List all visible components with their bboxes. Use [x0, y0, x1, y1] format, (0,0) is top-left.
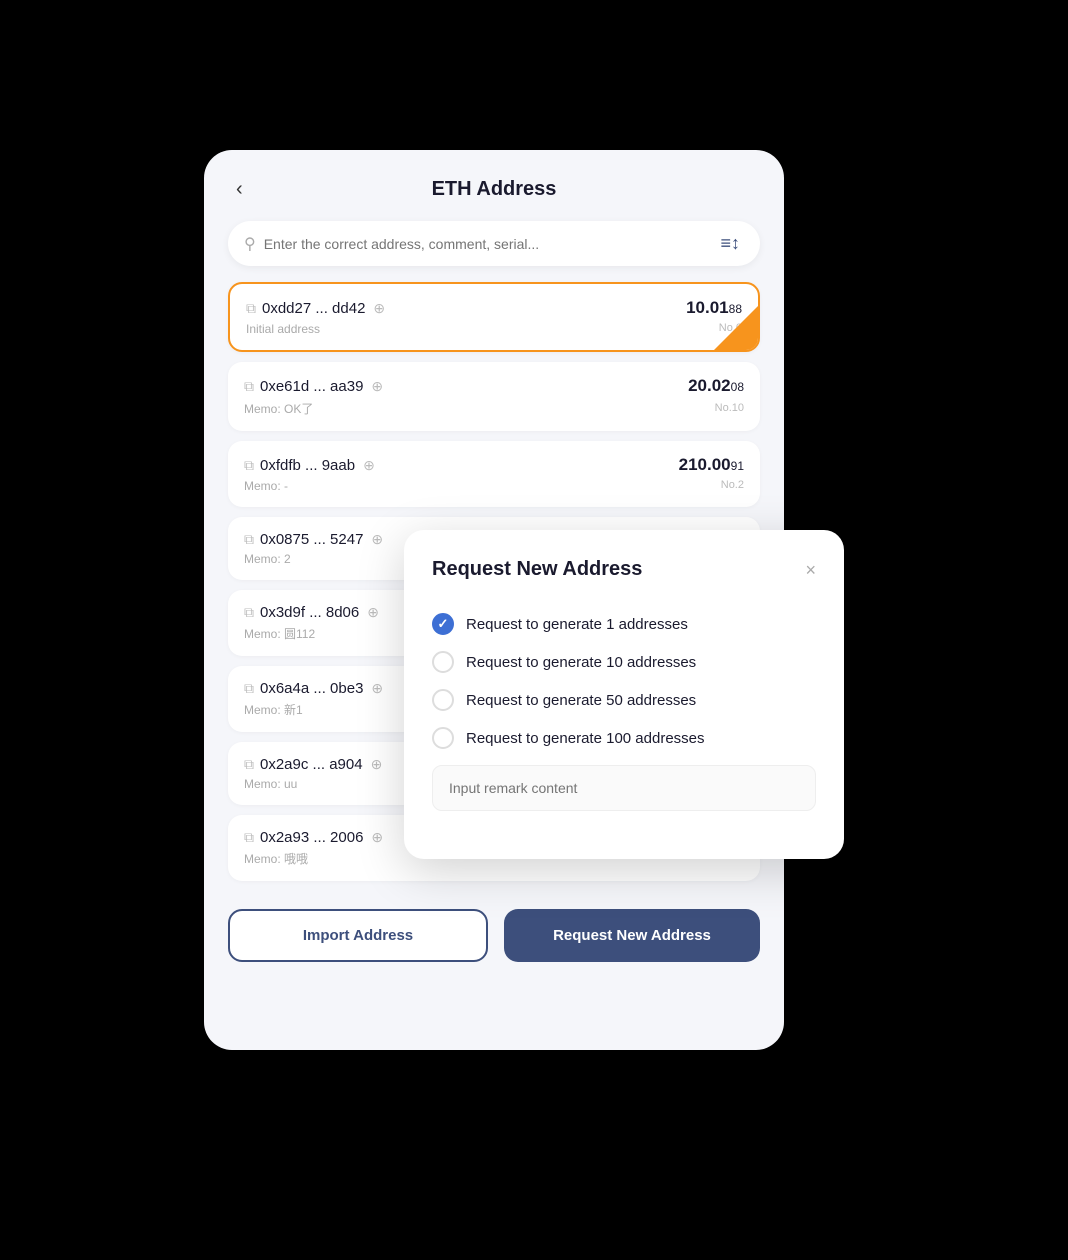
radio-option[interactable]: Request to generate 100 addresses	[432, 719, 816, 757]
search-bar: ⚲ ≡↕	[228, 221, 760, 266]
request-new-address-button[interactable]: Request New Address	[504, 909, 760, 962]
copy-icon[interactable]: ⧉	[244, 378, 254, 395]
no-badge: No.2	[721, 479, 744, 491]
bottom-buttons: Import Address Request New Address	[228, 909, 760, 962]
address-text: 0x6a4a ... 0be3	[260, 680, 363, 697]
address-text: 0xe61d ... aa39	[260, 378, 363, 395]
search-address-icon[interactable]: ⊕	[367, 604, 379, 621]
dialog-options: Request to generate 1 addresses Request …	[432, 605, 816, 757]
dialog-overlay: Request New Address × Request to generat…	[404, 530, 844, 859]
amount-sub: 91	[731, 459, 744, 473]
dialog-close-button[interactable]: ×	[805, 561, 816, 579]
app-container: ‹ ETH Address ⚲ ≡↕ ⧉ 0xdd27 ... dd42 ⊕ 1…	[204, 150, 864, 1110]
copy-icon[interactable]: ⧉	[244, 457, 254, 474]
search-address-icon[interactable]: ⊕	[371, 680, 383, 697]
page-title: ETH Address	[432, 178, 557, 201]
memo-text: Memo: OK了	[244, 400, 313, 417]
radio-option[interactable]: Request to generate 50 addresses	[432, 681, 816, 719]
memo-text: Memo: -	[244, 479, 288, 493]
header: ‹ ETH Address	[228, 178, 760, 201]
memo-text: Memo: uu	[244, 777, 297, 791]
memo-text: Memo: 2	[244, 552, 291, 566]
address-card[interactable]: ⧉ 0xdd27 ... dd42 ⊕ 10.0188 Initial addr…	[228, 282, 760, 352]
search-address-icon[interactable]: ⊕	[363, 457, 375, 474]
radio-option[interactable]: Request to generate 1 addresses	[432, 605, 816, 643]
amount-main: 210.00	[679, 455, 731, 474]
address-text: 0x2a9c ... a904	[260, 756, 363, 773]
no-badge: No.10	[715, 402, 744, 414]
radio-label: Request to generate 100 addresses	[466, 730, 705, 747]
back-button[interactable]: ‹	[228, 174, 251, 205]
address-text: 0xdd27 ... dd42	[262, 300, 365, 317]
request-new-address-dialog: Request New Address × Request to generat…	[404, 530, 844, 859]
radio-circle	[432, 613, 454, 635]
radio-circle	[432, 727, 454, 749]
address-text: 0x0875 ... 5247	[260, 531, 363, 548]
radio-label: Request to generate 10 addresses	[466, 654, 696, 671]
amount-sub: 08	[731, 380, 744, 394]
corner-triangle	[714, 306, 758, 350]
radio-option[interactable]: Request to generate 10 addresses	[432, 643, 816, 681]
copy-icon[interactable]: ⧉	[244, 604, 254, 621]
address-text: 0xfdfb ... 9aab	[260, 457, 355, 474]
memo-text: Memo: 新1	[244, 701, 303, 718]
import-address-button[interactable]: Import Address	[228, 909, 488, 962]
search-address-icon[interactable]: ⊕	[371, 531, 383, 548]
copy-icon[interactable]: ⧉	[244, 756, 254, 773]
copy-icon[interactable]: ⧉	[244, 531, 254, 548]
search-icon: ⚲	[244, 234, 256, 254]
radio-label: Request to generate 50 addresses	[466, 692, 696, 709]
address-text: 0x3d9f ... 8d06	[260, 604, 359, 621]
dialog-header: Request New Address ×	[432, 558, 816, 581]
dialog-title: Request New Address	[432, 558, 642, 581]
search-address-icon[interactable]: ⊕	[373, 300, 385, 317]
search-address-icon[interactable]: ⊕	[371, 829, 383, 846]
search-address-icon[interactable]: ⊕	[371, 378, 383, 395]
copy-icon[interactable]: ⧉	[246, 300, 256, 317]
copy-icon[interactable]: ⧉	[244, 680, 254, 697]
search-input[interactable]	[264, 236, 717, 252]
memo-text: Memo: 圆112	[244, 625, 315, 642]
search-address-icon[interactable]: ⊕	[371, 756, 383, 773]
amount-main: 20.02	[688, 376, 731, 395]
memo-text: Initial address	[246, 322, 320, 336]
address-card[interactable]: ⧉ 0xfdfb ... 9aab ⊕ 210.0091 Memo: - No.…	[228, 441, 760, 507]
amount: 20.0208	[688, 376, 744, 396]
remark-input[interactable]	[432, 765, 816, 811]
amount: 210.0091	[679, 455, 744, 475]
radio-circle	[432, 689, 454, 711]
radio-label: Request to generate 1 addresses	[466, 616, 688, 633]
radio-circle	[432, 651, 454, 673]
memo-text: Memo: 哦哦	[244, 850, 308, 867]
address-card[interactable]: ⧉ 0xe61d ... aa39 ⊕ 20.0208 Memo: OK了 No…	[228, 362, 760, 431]
filter-button[interactable]: ≡↕	[716, 231, 744, 256]
copy-icon[interactable]: ⧉	[244, 829, 254, 846]
address-text: 0x2a93 ... 2006	[260, 829, 363, 846]
